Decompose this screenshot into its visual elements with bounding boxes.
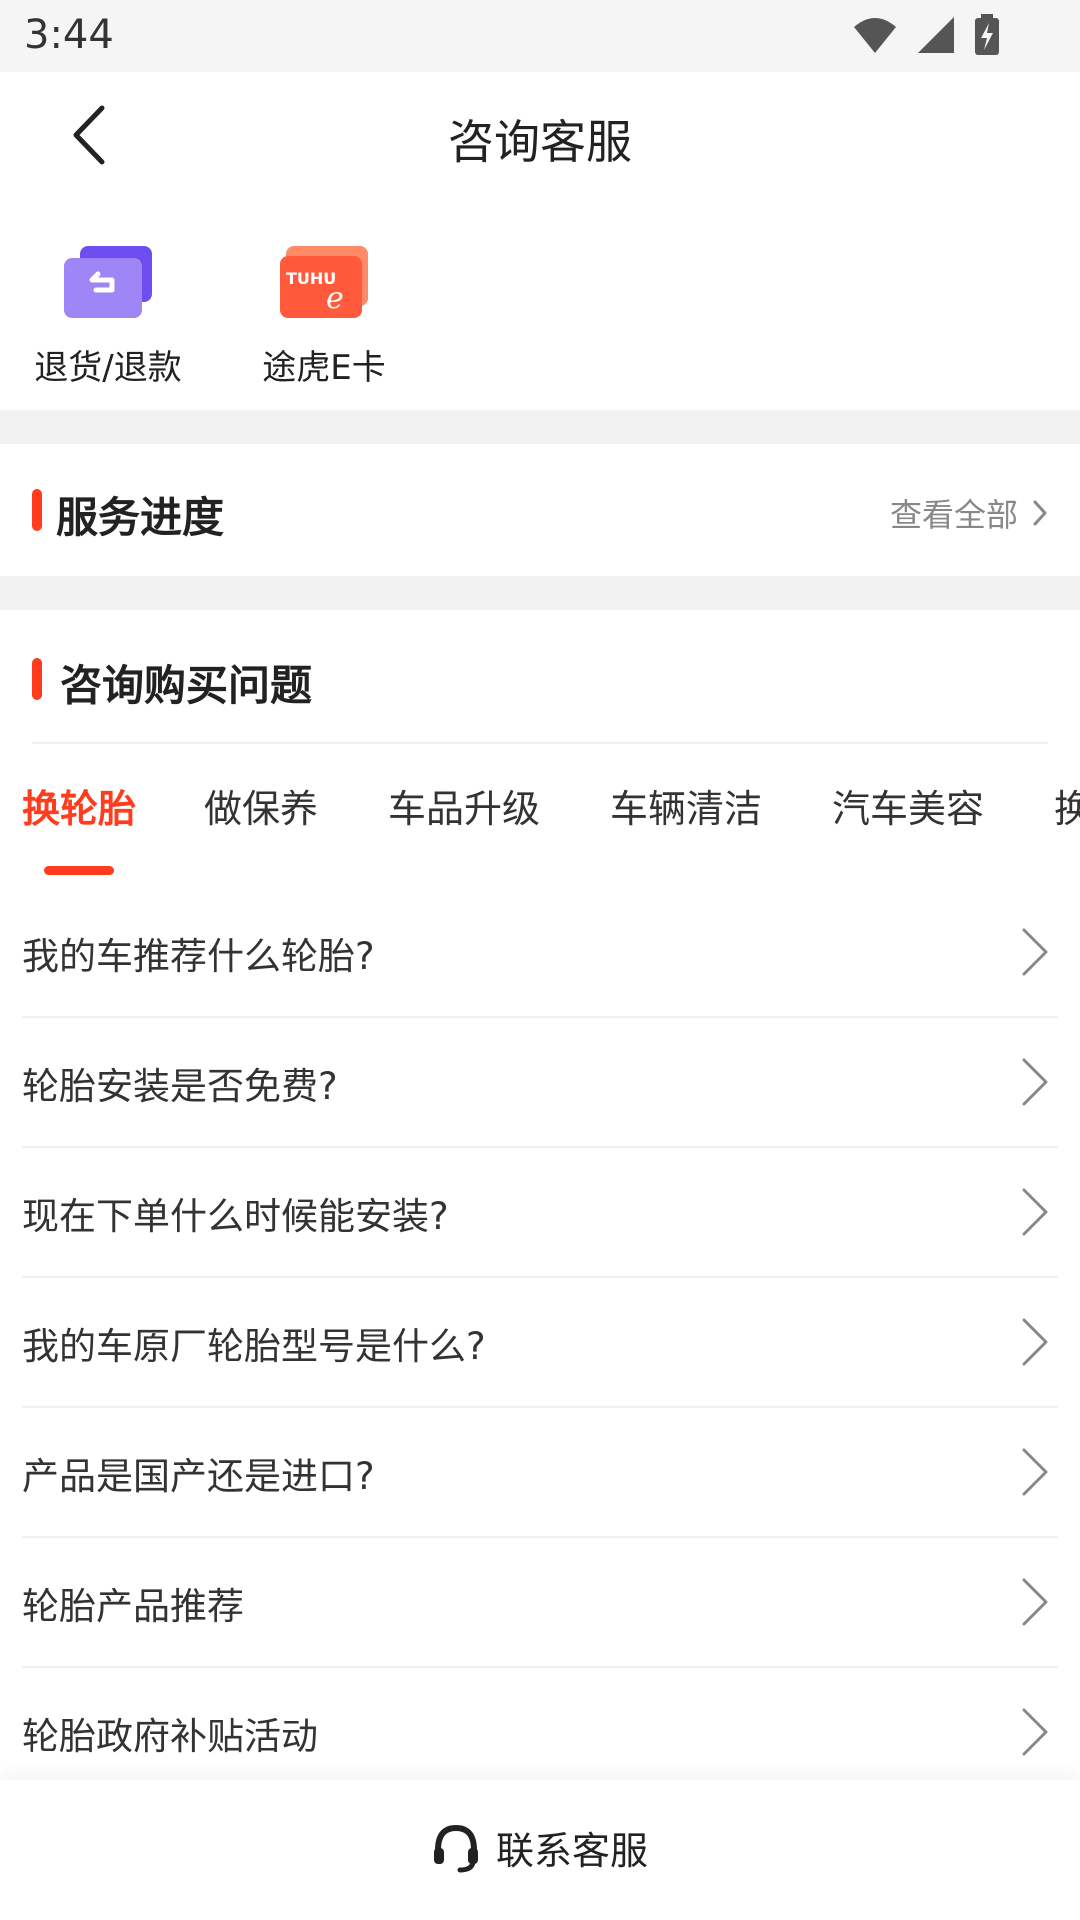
service-progress-title: 服务进度 xyxy=(56,493,225,542)
tab-car-accessories[interactable]: 车品升级 xyxy=(388,778,540,833)
quick-actions: 退货/退款 TUHU e 途虎E卡 xyxy=(0,202,1080,410)
list-item[interactable]: 我的车推荐什么轮胎? xyxy=(22,888,1058,1018)
nav-bar: 咨询客服 xyxy=(0,72,1080,202)
quick-action-label: 退货/退款 xyxy=(34,348,182,388)
contact-service-button[interactable]: 联系客服 xyxy=(0,1820,1080,1875)
list-item[interactable]: 产品是国产还是进口? xyxy=(22,1408,1058,1538)
chevron-right-icon xyxy=(1022,1578,1048,1626)
question-text: 轮胎安装是否免费? xyxy=(22,1065,338,1108)
chevron-right-icon xyxy=(1022,1318,1048,1366)
tab-tire[interactable]: 换轮胎 xyxy=(22,778,136,833)
section-gap xyxy=(0,576,1080,610)
chevron-right-icon xyxy=(1022,1188,1048,1236)
list-item[interactable]: 轮胎产品推荐 xyxy=(22,1538,1058,1668)
status-time: 3:44 xyxy=(24,12,114,58)
question-text: 我的车原厂轮胎型号是什么? xyxy=(22,1325,486,1368)
view-all-label: 查看全部 xyxy=(889,496,1018,534)
tab-car-beauty[interactable]: 汽车美容 xyxy=(832,778,984,833)
service-progress-section: 服务进度 查看全部 xyxy=(0,444,1080,576)
list-item[interactable]: 轮胎政府补贴活动 xyxy=(22,1668,1058,1798)
tab-car-wash[interactable]: 车辆清洁 xyxy=(610,778,762,833)
consult-title: 咨询购买问题 xyxy=(60,661,313,710)
question-text: 轮胎政府补贴活动 xyxy=(22,1715,318,1758)
list-item[interactable]: 我的车原厂轮胎型号是什么? xyxy=(22,1278,1058,1408)
chevron-right-icon xyxy=(1022,1448,1048,1496)
consult-section: 咨询购买问题 换轮胎 做保养 车品升级 车辆清洁 汽车美容 换 我的车推荐什么轮… xyxy=(0,610,1080,1798)
chevron-right-icon xyxy=(1022,1708,1048,1756)
wifi-icon xyxy=(854,18,896,53)
list-item[interactable]: 轮胎安装是否免费? xyxy=(22,1018,1058,1148)
page-title: 咨询客服 xyxy=(448,115,632,169)
view-all-link[interactable]: 查看全部 xyxy=(890,490,1048,536)
tab-more[interactable]: 换 xyxy=(1054,778,1080,833)
chevron-right-icon xyxy=(1022,928,1048,976)
category-tabs: 换轮胎 做保养 车品升级 车辆清洁 汽车美容 换 xyxy=(0,748,1080,848)
list-item[interactable]: 现在下单什么时候能安装? xyxy=(22,1148,1058,1278)
divider xyxy=(32,742,1048,744)
signal-icon xyxy=(918,17,954,53)
contact-service-label: 联系客服 xyxy=(495,1829,648,1873)
question-text: 我的车推荐什么轮胎? xyxy=(22,935,375,978)
battery-icon xyxy=(975,14,999,55)
chevron-right-icon xyxy=(1033,500,1047,526)
tuhu-ecard-icon: TUHU e xyxy=(280,246,368,318)
quick-action-label: 途虎E卡 xyxy=(262,348,386,388)
svg-text:e: e xyxy=(326,281,344,316)
question-list: 我的车推荐什么轮胎? 轮胎安装是否免费? 现在下单什么时候能安装? 我的车原厂轮… xyxy=(0,888,1080,1798)
quick-action-tuhu-ecard[interactable]: TUHU e 途虎E卡 xyxy=(224,242,424,389)
question-text: 现在下单什么时候能安装? xyxy=(22,1195,449,1238)
return-refund-icon xyxy=(64,246,152,318)
headset-icon xyxy=(433,1824,478,1872)
section-gap xyxy=(0,410,1080,444)
question-text: 产品是国产还是进口? xyxy=(22,1455,375,1498)
question-text: 轮胎产品推荐 xyxy=(22,1585,244,1628)
quick-action-return-refund[interactable]: 退货/退款 xyxy=(8,242,208,389)
bottom-bar: 联系客服 xyxy=(0,1780,1080,1920)
section-accent-bar xyxy=(32,658,42,700)
chevron-right-icon xyxy=(1022,1058,1048,1106)
status-icons xyxy=(852,14,1000,56)
status-bar: 3:44 xyxy=(0,0,1080,72)
active-tab-indicator xyxy=(44,866,114,875)
section-accent-bar xyxy=(32,489,42,531)
tab-maintenance[interactable]: 做保养 xyxy=(204,778,318,833)
